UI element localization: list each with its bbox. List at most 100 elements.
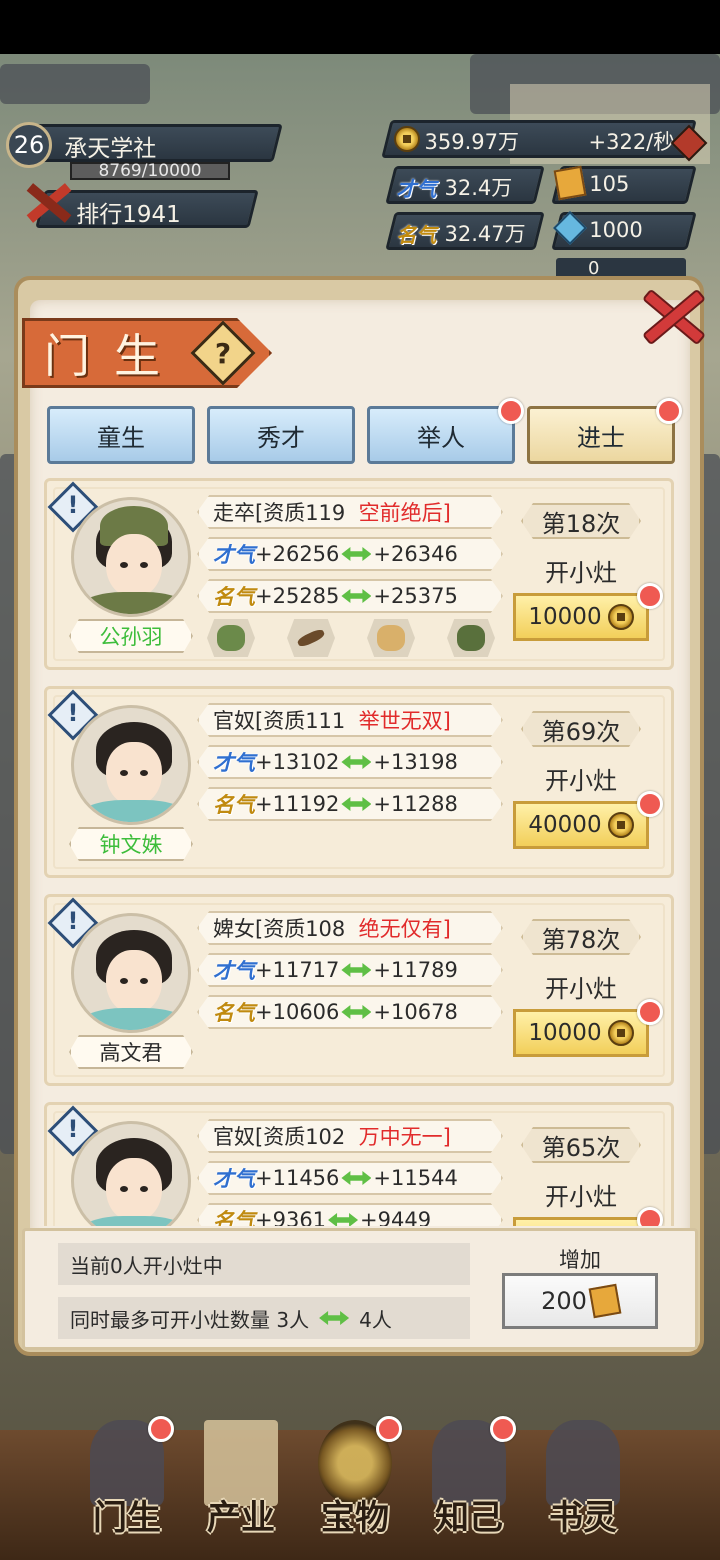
tutor-count: 第69次	[521, 711, 641, 747]
increase-label: 增加	[559, 1248, 601, 1272]
rank-value: 1941	[122, 202, 181, 228]
current-tutoring-text: 当前0人开小灶中	[58, 1243, 470, 1285]
talent-row: 才气 +11456 +11544	[197, 1161, 503, 1195]
tutor-button[interactable]	[513, 1217, 649, 1226]
coin-icon	[607, 1020, 634, 1046]
student-list[interactable]: ! 公孙羽 走卒[资质119 空前绝后] 才气 +26256 +26346 名气 +2…	[44, 478, 674, 1226]
student-origin: 官奴[资质102 万中无一]	[197, 1119, 503, 1153]
arrow-icon	[341, 589, 372, 603]
student-card: ! 钟文姝 官奴[资质111 举世无双] 才气 +13102 +13198 名气 +1…	[44, 686, 674, 878]
level-badge: 26	[6, 122, 52, 168]
student-name: 钟文姝	[69, 827, 193, 861]
item-flute-icon[interactable]	[287, 619, 335, 657]
notify-dot	[637, 1207, 663, 1226]
fame-icon: 名气	[396, 223, 437, 247]
increase-cost: 200	[541, 1287, 587, 1315]
arrow-icon	[341, 1005, 372, 1019]
nav-confidant[interactable]: 知己	[412, 1412, 526, 1542]
tutor-label: 开小灶	[545, 767, 617, 795]
coin-icon	[607, 604, 634, 630]
student-card: ! 公孙羽 走卒[资质119 空前绝后] 才气 +26256 +26346 名气 +2…	[44, 478, 674, 670]
tutor-label: 开小灶	[545, 975, 617, 1003]
student-name: 公孙羽	[69, 619, 193, 653]
nav-treasure[interactable]: 宝物	[298, 1412, 412, 1542]
coins-value: 359.97万	[424, 130, 519, 154]
max-tutoring-row: 同时最多可开小灶数量 3人 4人	[58, 1297, 470, 1339]
tab-juren[interactable]: 举人	[367, 406, 515, 464]
academy-bar[interactable]: 承天学社	[25, 124, 283, 162]
arrow-icon	[341, 797, 372, 811]
help-question-icon: ?	[214, 336, 232, 370]
avatar[interactable]	[71, 497, 191, 617]
gold-token-icon	[588, 1283, 622, 1319]
arrow-icon	[341, 963, 372, 977]
student-name: 高文君	[69, 1035, 193, 1069]
notify-dot	[490, 1416, 516, 1442]
academy-name: 承天学社	[64, 136, 157, 162]
nav-label: 知己	[435, 1498, 503, 1538]
nav-disciples[interactable]: 门生	[70, 1412, 184, 1542]
coin-icon	[394, 126, 420, 152]
rarity-text: 绝无仅有]	[358, 917, 451, 941]
arrow-icon	[319, 1311, 350, 1325]
avatar[interactable]	[71, 913, 191, 1033]
fame-row: 名气 +10606 +10678	[197, 995, 503, 1029]
tutor-button[interactable]: 10000	[513, 593, 649, 641]
avatar[interactable]	[71, 705, 191, 825]
tutor-count: 第65次	[521, 1127, 641, 1163]
student-origin: 婢女[资质108 绝无仅有]	[197, 911, 503, 945]
coin-icon	[607, 812, 634, 838]
notify-dot	[637, 999, 663, 1025]
rarity-text: 空前绝后]	[358, 501, 451, 525]
coins-bar[interactable]: 359.97万 +322/秒	[381, 120, 697, 158]
tab-xiucai[interactable]: 秀才	[207, 406, 355, 464]
talent-row: 才气 +13102 +13198	[197, 745, 503, 779]
arrow-icon	[341, 755, 372, 769]
tab-jinshi[interactable]: 进士	[527, 406, 675, 464]
student-card: ! 高文君 婢女[资质108 绝无仅有] 才气 +11717 +11789 名气 +1…	[44, 894, 674, 1086]
tutor-label: 开小灶	[545, 1183, 617, 1211]
notify-dot	[637, 791, 663, 817]
tutor-count: 第18次	[521, 503, 641, 539]
arrow-icon	[341, 1171, 372, 1185]
nav-label: 书灵	[549, 1498, 617, 1538]
talent-value: 32.4万	[444, 176, 513, 200]
tab-jinshi-notify-dot	[656, 398, 682, 424]
max-tutoring-text: 同时最多可开小灶数量 3人	[70, 1307, 310, 1332]
item-tray-icon[interactable]	[447, 619, 495, 657]
rarity-text: 举世无双]	[358, 709, 451, 733]
fame-bar: 名气 32.47万	[385, 212, 545, 250]
exp-text: 8769/10000	[98, 161, 202, 181]
nav-label: 产业	[207, 1498, 275, 1538]
tutor-count: 第78次	[521, 919, 641, 955]
talent-row: 才气 +26256 +26346	[197, 537, 503, 571]
fame-value: 32.47万	[444, 222, 526, 246]
gold-token-icon	[553, 165, 587, 201]
arrow-icon	[341, 547, 372, 561]
student-card: ! 官奴[资质102 万中无一] 才气 +11456 +11544 名气 +9361 +…	[44, 1102, 674, 1226]
tab-juren-notify-dot	[498, 398, 524, 424]
nav-label: 宝物	[321, 1498, 389, 1538]
fame-row: 名气 +9361 +9449	[197, 1203, 503, 1226]
notify-dot	[637, 583, 663, 609]
gold-token-value: 105	[589, 172, 630, 196]
tutor-button[interactable]: 10000	[513, 1009, 649, 1057]
nav-book-spirit[interactable]: 书灵	[526, 1412, 640, 1542]
fame-row: 名气 +25285 +25375	[197, 579, 503, 613]
max-tutoring-next: 4人	[359, 1307, 392, 1332]
notify-dot	[148, 1416, 174, 1442]
student-origin: 官奴[资质111 举世无双]	[197, 703, 503, 737]
tutor-button[interactable]: 40000	[513, 801, 649, 849]
talent-bar: 才气 32.4万	[385, 166, 545, 204]
rank-ribbon-icon	[24, 170, 74, 240]
close-button[interactable]	[634, 284, 710, 346]
item-jade-icon[interactable]	[207, 619, 255, 657]
item-shell-icon[interactable]	[367, 619, 415, 657]
fame-row: 名气 +11192 +11288	[197, 787, 503, 821]
gem-value: 1000	[589, 218, 643, 242]
nav-property[interactable]: 产业	[184, 1412, 298, 1542]
increase-button[interactable]: 200	[502, 1273, 658, 1329]
tab-tongsheng[interactable]: 童生	[47, 406, 195, 464]
coins-rate: +322/秒	[588, 130, 675, 154]
exp-bar: 8769/10000	[70, 162, 230, 180]
